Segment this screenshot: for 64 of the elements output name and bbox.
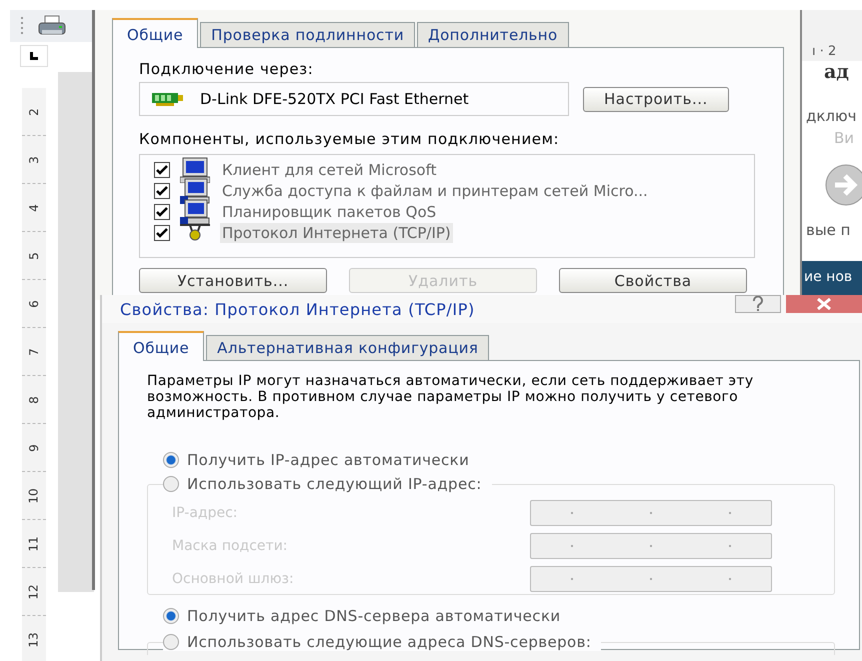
tab[interactable]: Общие [112, 18, 198, 48]
list-item[interactable]: Протокол Интернета (TCP/IP) [220, 222, 453, 242]
document-text: дключ [806, 107, 858, 125]
checkmark-icon [156, 228, 168, 238]
section-label: Компоненты, используемые этим подключением: [139, 130, 560, 148]
list-item[interactable]: Клиент для сетей Microsoft [220, 160, 438, 180]
button[interactable]: Свойства [559, 268, 747, 293]
radio-label[interactable]: Получить IP-адрес автоматически [187, 451, 470, 469]
checkmark-icon [156, 206, 168, 216]
radio-button[interactable] [163, 608, 179, 624]
ruler-number: 6 [27, 300, 41, 308]
network-card-icon [152, 91, 184, 107]
window-title: Свойства: Протокол Интернета (TCP/IP) [120, 300, 475, 319]
ruler-number: 8 [27, 396, 41, 404]
help-button[interactable] [735, 295, 781, 313]
close-button[interactable] [786, 295, 862, 313]
ruler-number: 11 [27, 536, 41, 552]
tab[interactable]: Проверка подлинности [200, 22, 415, 47]
checkbox[interactable] [154, 224, 170, 240]
ruler-number: ı · 2 [802, 10, 862, 61]
help-icon [751, 296, 765, 312]
radio-label[interactable]: Получить адрес DNS-сервера автоматически [187, 607, 561, 625]
computer-icon [180, 198, 210, 224]
checkbox[interactable] [154, 182, 170, 198]
tab-stop-icon [29, 51, 39, 61]
tab[interactable]: Альтернативная конфигурация [206, 335, 490, 360]
description-text: Параметры IP могут назначаться автоматически, если сеть поддерживает эту возможность. В противном случае параметры IP можно получить у сетевого администратора. [147, 373, 754, 421]
configure-button[interactable]: Настроить... [583, 86, 729, 112]
checkbox[interactable] [154, 204, 170, 220]
tab-stop-selector[interactable] [20, 45, 48, 67]
tab[interactable]: Дополнительно [416, 22, 569, 47]
ruler-number: 4 [27, 204, 41, 212]
checkmark-icon [156, 164, 168, 174]
ruler-number: 12 [27, 584, 41, 600]
adapter-name: D-Link DFE-520TX PCI Fast Ethernet [200, 90, 469, 108]
radio-button[interactable] [163, 634, 179, 650]
document-text: ад [823, 61, 850, 85]
checkmark-icon [156, 186, 168, 196]
checkbox[interactable] [154, 162, 170, 178]
dot-separators-icon [571, 543, 731, 549]
radio-button[interactable] [163, 452, 179, 468]
section-label: Подключение через: [139, 60, 314, 78]
ruler-number: 3 [27, 156, 41, 164]
ruler-number: 2 [27, 108, 41, 116]
ruler-number: 10 [27, 488, 41, 504]
radio-label[interactable]: Использовать следующий IP-адрес: [187, 475, 482, 493]
arrow-icon[interactable] [824, 163, 862, 207]
document-text: вые п [806, 221, 852, 239]
ruler-number: 13 [27, 632, 41, 648]
ruler-number: 7 [27, 348, 41, 356]
banner-text: ие нов [802, 261, 862, 295]
printer-icon[interactable] [38, 15, 66, 37]
dot-separators-icon [571, 510, 731, 516]
button[interactable]: Установить... [139, 268, 327, 293]
dot-separators-icon [571, 576, 731, 582]
ruler-number: 9 [27, 444, 41, 452]
list-item[interactable]: Планировщик пакетов QoS [220, 202, 438, 222]
close-icon [816, 298, 832, 310]
tab[interactable]: Общие [118, 331, 204, 361]
ruler-number: 5 [27, 252, 41, 260]
radio-button[interactable] [163, 476, 179, 492]
document-text: Ви [833, 129, 856, 147]
list-item[interactable]: Служба доступа к файлам и принтерам сетей Micro... [220, 180, 650, 200]
grip-icon [20, 16, 26, 36]
